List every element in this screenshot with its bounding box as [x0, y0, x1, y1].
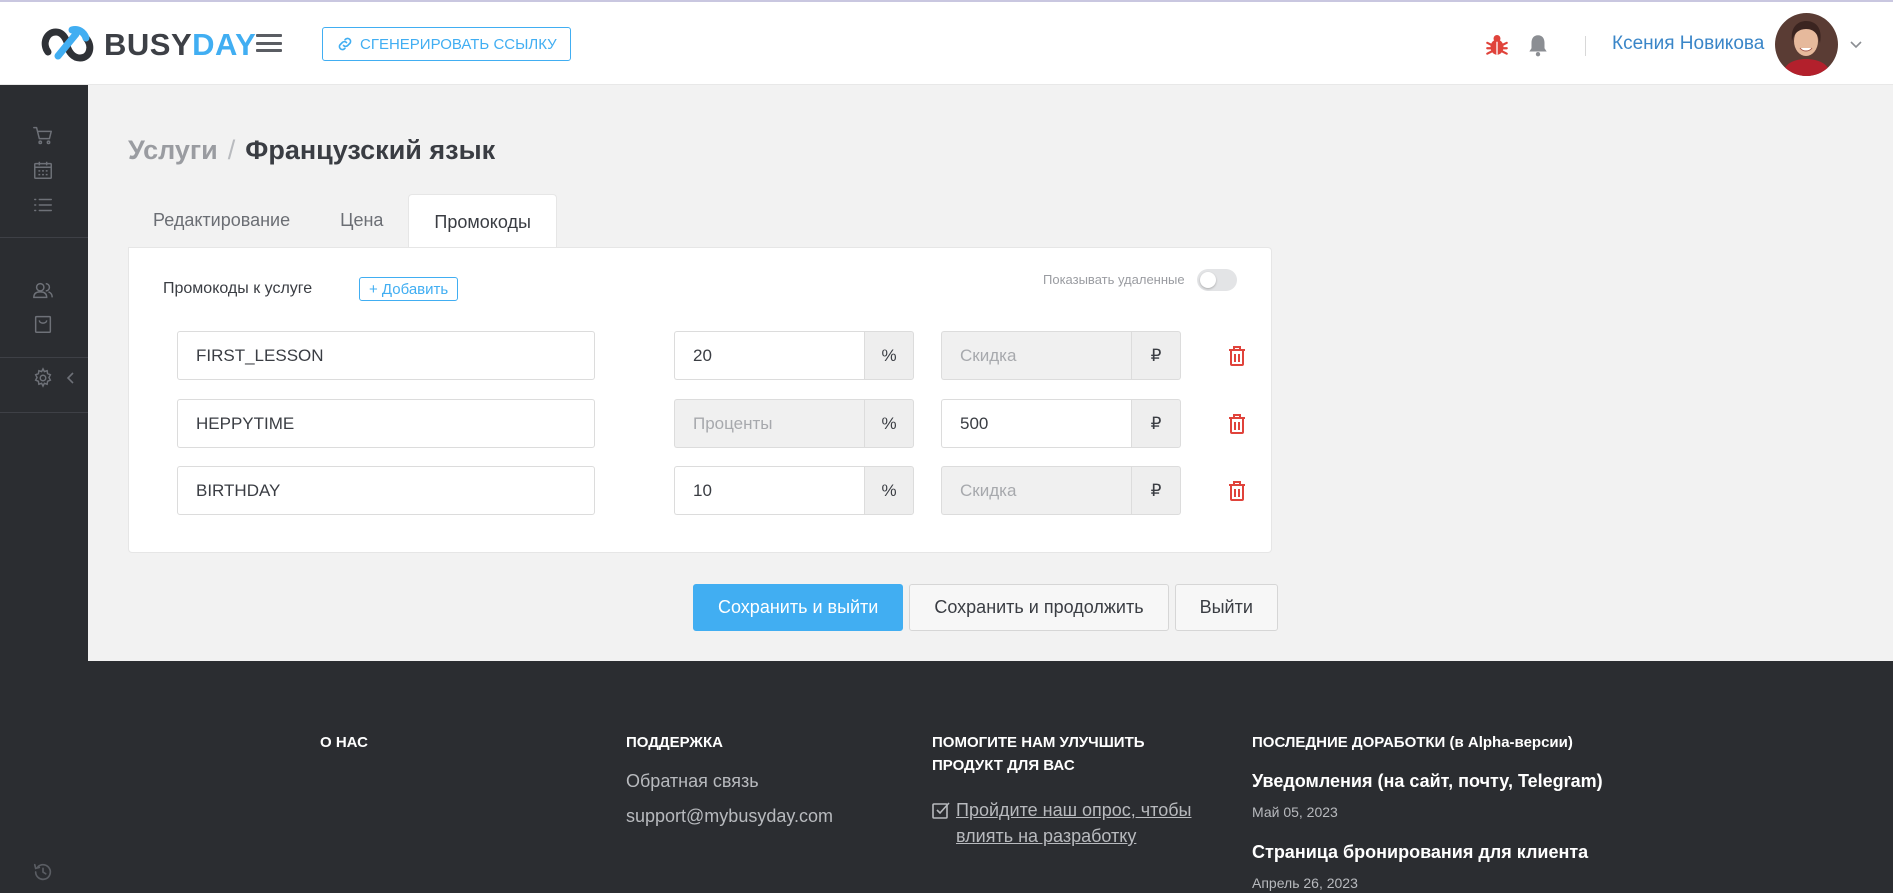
discount-group: ₽	[941, 331, 1181, 380]
cart-icon[interactable]	[32, 124, 54, 146]
tabs: Редактирование Цена Промокоды	[128, 193, 557, 249]
add-promocode-button[interactable]: + Добавить	[359, 277, 459, 301]
percent-input[interactable]	[674, 331, 864, 380]
percent-group: %	[674, 399, 914, 448]
promo-code-input[interactable]	[177, 466, 595, 515]
promocodes-panel: Промокоды к услуге + Добавить Показывать…	[128, 247, 1272, 553]
avatar[interactable]	[1775, 13, 1838, 76]
menu-toggle-icon[interactable]	[256, 32, 282, 54]
support-email-link[interactable]: support@mybusyday.com	[626, 806, 833, 827]
logo-text: BUSYDAY	[104, 27, 257, 62]
sidebar-divider	[0, 237, 88, 238]
exit-button[interactable]: Выйти	[1174, 584, 1278, 631]
save-exit-button[interactable]: Сохранить и выйти	[693, 584, 904, 631]
logo-icon	[41, 26, 94, 62]
users-icon[interactable]	[32, 279, 54, 301]
top-header: BUSYDAY СГЕНЕРИРОВАТЬ ССЫЛКУ Ксения Нови…	[0, 2, 1893, 85]
footer-about-heading: О НАС	[320, 734, 368, 751]
news-item-title[interactable]: Уведомления (на сайт, почту, Telegram)	[1252, 771, 1603, 792]
footer-news-heading: ПОСЛЕДНИЕ ДОРАБОТКИ (в Alpha-версии)	[1252, 734, 1573, 751]
save-continue-button[interactable]: Сохранить и продолжить	[909, 584, 1169, 631]
breadcrumb-parent[interactable]: Услуги	[128, 135, 218, 165]
discount-input[interactable]	[941, 399, 1131, 448]
percent-addon: %	[864, 331, 914, 380]
discount-input[interactable]	[941, 331, 1131, 380]
promo-row: % ₽	[177, 331, 1257, 380]
chevron-down-icon[interactable]	[1848, 36, 1864, 52]
trash-icon[interactable]	[1227, 345, 1247, 367]
tab-editing[interactable]: Редактирование	[128, 193, 315, 248]
form-actions: Сохранить и выйти Сохранить и продолжить…	[693, 584, 1278, 631]
list-icon[interactable]	[32, 194, 54, 216]
percent-input[interactable]	[674, 399, 864, 448]
trash-icon[interactable]	[1227, 480, 1247, 502]
breadcrumb-separator: /	[227, 135, 236, 165]
footer-improve: ПОМОГИТЕ НАМ УЛУЧШИТЬ ПРОДУКТ ДЛЯ ВАС Про…	[932, 731, 1191, 849]
percent-group: %	[674, 466, 914, 515]
bug-icon[interactable]	[1484, 32, 1510, 58]
ruble-addon: ₽	[1131, 331, 1181, 380]
survey-link[interactable]: Пройдите наш опрос, чтобы влиять на разра…	[932, 797, 1191, 849]
history-icon[interactable]	[32, 861, 54, 883]
news-item-date: Апрель 26, 2023	[1252, 875, 1358, 891]
gear-icon[interactable]	[32, 367, 54, 389]
promocodes-title: Промокоды к услуге	[163, 280, 313, 297]
ruble-addon: ₽	[1131, 466, 1181, 515]
promo-row: % ₽	[177, 399, 1257, 448]
news-item-title[interactable]: Страница бронирования для клиента	[1252, 842, 1603, 863]
footer-news: ПОСЛЕДНИЕ ДОРАБОТКИ (в Alpha-версии) Уве…	[1252, 731, 1603, 891]
sidebar	[0, 85, 88, 893]
discount-group: ₽	[941, 399, 1181, 448]
checkbox-icon	[932, 802, 950, 819]
page-title: Французский язык	[245, 135, 496, 165]
promo-code-input[interactable]	[177, 331, 595, 380]
promo-row: % ₽	[177, 466, 1257, 515]
percent-addon: %	[864, 399, 914, 448]
percent-addon: %	[864, 466, 914, 515]
percent-group: %	[674, 331, 914, 380]
percent-input[interactable]	[674, 466, 864, 515]
tab-price[interactable]: Цена	[315, 193, 408, 248]
discount-group: ₽	[941, 466, 1181, 515]
chevron-left-icon[interactable]	[65, 371, 77, 385]
show-deleted-toggle[interactable]	[1197, 269, 1237, 291]
sidebar-divider	[0, 357, 88, 358]
breadcrumb: Услуги / Французский язык	[128, 135, 495, 166]
footer: О НАС ПОДДЕРЖКА Обратная связь support@m…	[88, 661, 1893, 893]
sidebar-divider	[0, 412, 88, 413]
tab-promocodes[interactable]: Промокоды	[408, 194, 557, 249]
logo[interactable]: BUSYDAY	[40, 22, 256, 68]
trash-icon[interactable]	[1227, 413, 1247, 435]
news-item-date: Май 05, 2023	[1252, 804, 1338, 820]
user-name[interactable]: Ксения Новикова	[1612, 33, 1764, 55]
bag-icon[interactable]	[32, 313, 54, 335]
footer-support-heading: ПОДДЕРЖКА	[626, 734, 723, 751]
show-deleted-label: Показывать удаленные	[1043, 272, 1185, 287]
promo-code-input[interactable]	[177, 399, 595, 448]
ruble-addon: ₽	[1131, 399, 1181, 448]
calendar-icon[interactable]	[32, 159, 54, 181]
header-divider	[1585, 36, 1586, 56]
bell-icon[interactable]	[1525, 32, 1551, 58]
footer-support: ПОДДЕРЖКА Обратная связь support@mybusyd…	[626, 731, 833, 827]
link-icon	[338, 37, 352, 51]
main-content: Услуги / Французский язык Редактирование Ц…	[88, 85, 1893, 661]
feedback-link[interactable]: Обратная связь	[626, 771, 833, 792]
generate-link-button[interactable]: СГЕНЕРИРОВАТЬ ССЫЛКУ	[322, 27, 571, 61]
footer-improve-heading: ПОМОГИТЕ НАМ УЛУЧШИТЬ ПРОДУКТ ДЛЯ ВАС	[932, 734, 1145, 774]
discount-input[interactable]	[941, 466, 1131, 515]
footer-about: О НАС	[320, 731, 368, 754]
